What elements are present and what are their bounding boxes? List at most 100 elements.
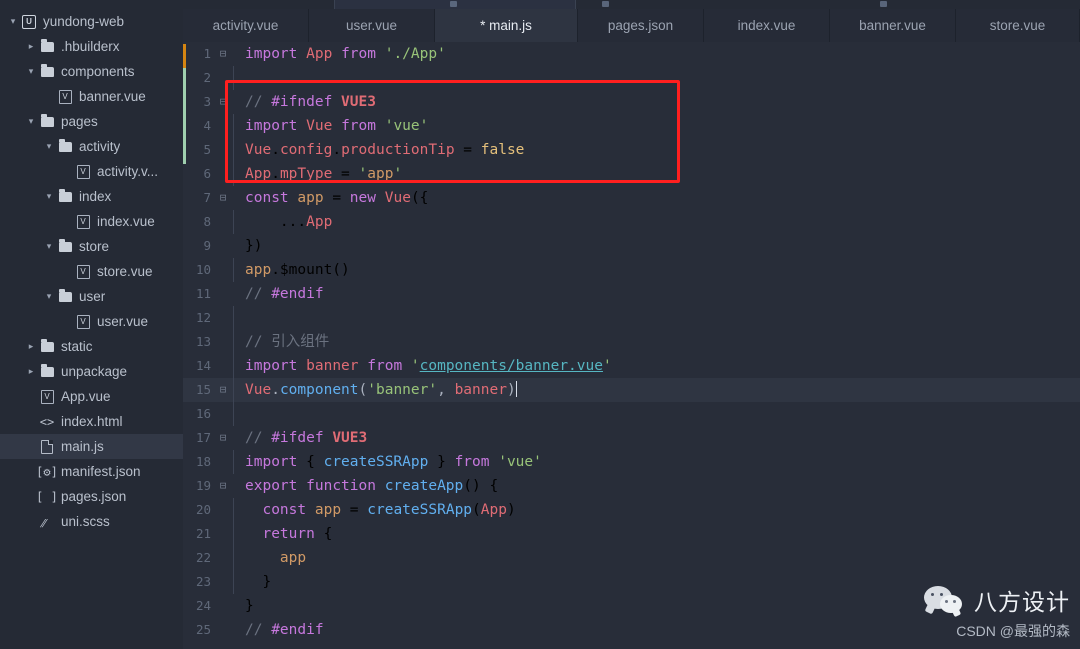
code-line[interactable]: 5 Vue.config.productionTip = false [183,138,1080,162]
editor-tab-bar[interactable]: activity.vue user.vue * main.js pages.json i… [183,9,1080,42]
code-line[interactable]: 1 ⊟ import App from './App' [183,42,1080,66]
code-viewport[interactable]: 1 ⊟ import App from './App' 2 3 ⊟// #ifndef V… [183,42,1080,649]
code-line[interactable]: 19 ⊟ export function createApp() { [183,474,1080,498]
chevron-right-icon[interactable]: ▸ [24,367,38,376]
fold-toggle-icon[interactable]: ⊟ [217,90,229,114]
tree-item-yundong-web[interactable]: ▾ Uyundong-web [0,9,183,34]
code-line[interactable]: 13 // 引入组件 [183,330,1080,354]
code-line[interactable]: 10 app.$mount() [183,258,1080,282]
chevron-down-icon[interactable]: ▾ [42,242,56,251]
tree-item-banner-vue[interactable]: Vbanner.vue [0,84,183,109]
code-line[interactable]: 12 [183,306,1080,330]
code-line[interactable]: 21 return { [183,522,1080,546]
indent-guide [229,570,242,594]
tree-item-manifest-json[interactable]: [⚙] manifest.json [0,459,183,484]
code-text: app [279,550,307,566]
tree-item-label: pages [61,114,98,129]
code-line[interactable]: 17 ⊟ // #ifdef VUE3 [183,426,1080,450]
chevron-down-icon[interactable]: ▾ [42,292,56,301]
fold-toggle-icon[interactable]: ⊟ [217,474,229,498]
code-line[interactable]: 2 [183,66,1080,90]
indent-guide [229,306,242,330]
chevron-down-icon[interactable]: ▾ [42,142,56,151]
tree-item-label: banner.vue [79,89,146,104]
line-number: 15 [195,382,211,397]
project-explorer[interactable]: ▾ Uyundong-web ▸ .hbuilderx ▾ components Vbann… [0,0,183,649]
editor-tab-main-js[interactable]: * main.js [435,9,578,42]
tree-item-store-vue[interactable]: Vstore.vue [0,259,183,284]
tree-item-static[interactable]: ▸ static [0,334,183,359]
tree-item-label: main.js [61,439,104,454]
fold-toggle-icon[interactable]: ⊟ [217,426,229,450]
fold-toggle-icon[interactable]: ⊟ [217,186,229,210]
editor-tab-store-vue[interactable]: store.vue [956,9,1080,42]
code-line[interactable]: 9}) [183,234,1080,258]
code-text: Vue.config.productionTip = false [245,142,525,158]
code-content[interactable]: 1 ⊟ import App from './App' 2 3 ⊟// #ifndef V… [183,42,1080,642]
tree-item-user[interactable]: ▾ user [0,284,183,309]
tree-item-label: .hbuilderx [61,39,120,54]
chevron-right-icon[interactable]: ▸ [24,342,38,351]
code-text: const app = new Vue({ [245,190,429,206]
tree-item--hbuilderx[interactable]: ▸ .hbuilderx [0,34,183,59]
editor-tab-pages-json[interactable]: pages.json [578,9,704,42]
code-line[interactable]: 11 // #endif [183,282,1080,306]
code-line[interactable]: 8 ...App [183,210,1080,234]
code-line[interactable]: 20 const app = createSSRApp(App) [183,498,1080,522]
toolbar-icon [450,1,457,7]
code-text: return { [262,526,333,542]
line-number: 12 [195,310,211,325]
tree-item-store[interactable]: ▾ store [0,234,183,259]
code-line[interactable]: 14 import banner from 'components/banner.… [183,354,1080,378]
code-text: }) [245,238,263,254]
code-line[interactable]: 15 ⊟ Vue.component('banner', banner) [183,378,1080,402]
chevron-down-icon[interactable]: ▾ [42,192,56,201]
fold-toggle-icon[interactable]: ⊟ [217,42,229,66]
js-file-icon [41,439,53,454]
line-number: 9 [203,238,211,253]
tree-item-unpackage[interactable]: ▸ unpackage [0,359,183,384]
tree-item-pages-json[interactable]: [ ] pages.json [0,484,183,509]
vue-file-icon: V [76,314,90,329]
tree-item-index-vue[interactable]: Vindex.vue [0,209,183,234]
tree-item-label: uni.scss [61,514,110,529]
code-line[interactable]: 3 ⊟ // #ifndef VUE3 [183,90,1080,114]
code-text: import Vue from 'vue' [245,118,429,134]
code-line[interactable]: 18 import { createSSRApp } from 'vue' [183,450,1080,474]
tree-item-activity[interactable]: ▾ activity [0,134,183,159]
tree-item-index[interactable]: ▾ index [0,184,183,209]
editor-tab-activity-vue[interactable]: activity.vue [183,9,309,42]
tree-item-uni-scss[interactable]: ⃫uni.scss [0,509,183,534]
json-config-icon: [⚙] [36,464,58,479]
chevron-down-icon[interactable]: ▾ [24,117,38,126]
tree-item-index-html[interactable]: <> index.html [0,409,183,434]
project-tree[interactable]: ▾ Uyundong-web ▸ .hbuilderx ▾ components Vbann… [0,9,183,534]
code-line[interactable]: 16 [183,402,1080,426]
fold-toggle-icon[interactable]: ⊟ [217,378,229,402]
uniapp-project-icon: U [22,14,36,29]
folder-icon [40,38,54,52]
indent-guide [229,546,242,570]
chevron-right-icon[interactable]: ▸ [24,42,38,51]
tree-item-components[interactable]: ▾ components [0,59,183,84]
chevron-down-icon[interactable]: ▾ [6,17,20,26]
tree-item-user-vue[interactable]: Vuser.vue [0,309,183,334]
code-line[interactable]: 7 ⊟ const app = new Vue({ [183,186,1080,210]
line-number: 10 [195,262,211,277]
code-line[interactable]: 4 import Vue from 'vue' [183,114,1080,138]
tree-item-activity-v-[interactable]: Vactivity.v... [0,159,183,184]
code-line[interactable]: 22 app [183,546,1080,570]
editor-tab-index-vue[interactable]: index.vue [704,9,830,42]
tree-item-pages[interactable]: ▾ pages [0,109,183,134]
chevron-down-icon[interactable]: ▾ [24,67,38,76]
code-text: // #ifndef VUE3 [245,94,376,110]
editor-tab-user-vue[interactable]: user.vue [309,9,435,42]
tree-item-main-js[interactable]: main.js [0,434,183,459]
tree-item-app-vue[interactable]: V App.vue [0,384,183,409]
editor-tab-banner-vue[interactable]: banner.vue [830,9,956,42]
code-line[interactable]: 6 App.mpType = 'app' [183,162,1080,186]
